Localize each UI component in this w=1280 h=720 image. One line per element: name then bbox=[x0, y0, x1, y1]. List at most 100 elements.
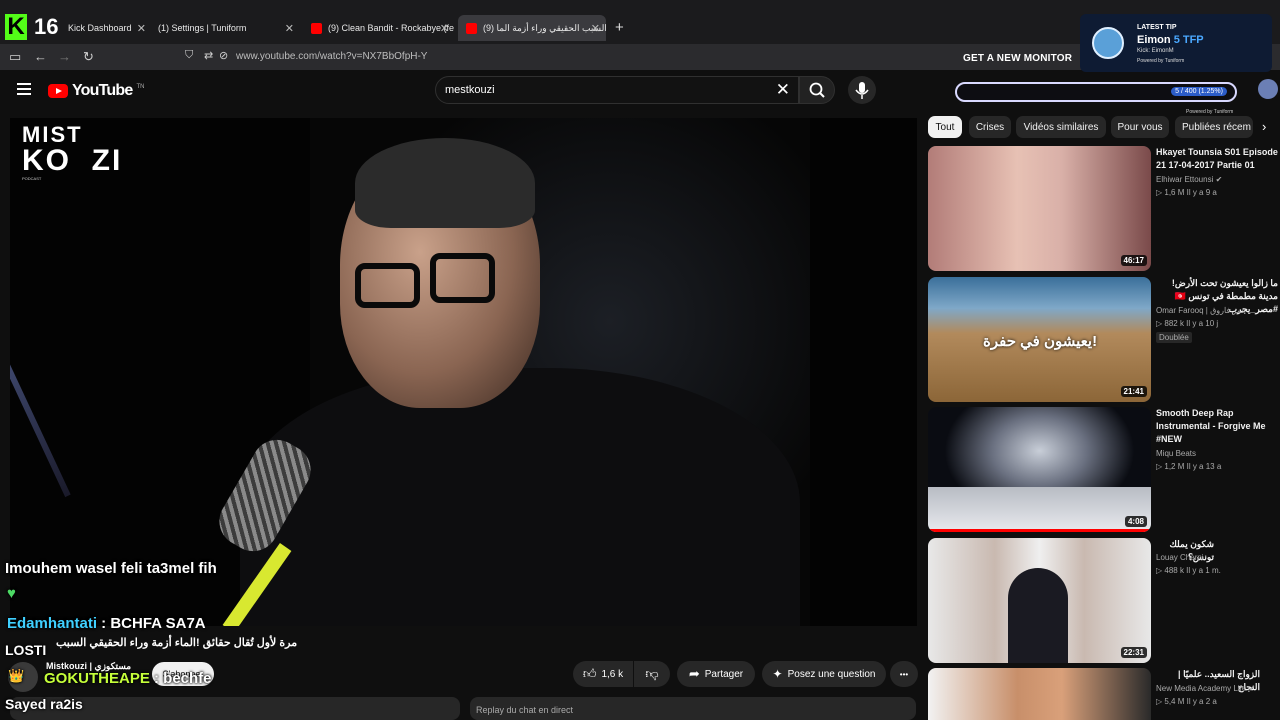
ask-label: Posez une question bbox=[787, 668, 876, 680]
related-thumbnail[interactable]: 22:31 bbox=[928, 538, 1151, 663]
search-button[interactable] bbox=[799, 76, 835, 104]
related-meta: ▷ 882 k Il y a 10 j bbox=[1156, 319, 1219, 328]
microphone-icon bbox=[855, 82, 869, 99]
tipper-avatar bbox=[1092, 27, 1124, 59]
tab-close-icon[interactable]: ✕ bbox=[591, 22, 600, 35]
chat-text: : BCHFA SA7A bbox=[97, 615, 206, 632]
account-avatar[interactable] bbox=[1258, 79, 1278, 99]
chat-message: GOKUTHEAPE : bechfe bbox=[44, 670, 212, 687]
chat-message: Edamhantati : BCHFA SA7A bbox=[7, 615, 206, 632]
video-person-body bbox=[240, 368, 800, 626]
mistkouzi-logo: MIST KO ZI PODCAST bbox=[22, 122, 122, 182]
logo-line-1: MIST bbox=[22, 122, 83, 147]
tip-amount: 5 TFP bbox=[1173, 34, 1204, 46]
search-icon bbox=[809, 82, 825, 98]
new-tab-button[interactable]: + bbox=[615, 19, 624, 36]
thumbs-down-icon: 👎︎ bbox=[645, 666, 659, 681]
kick-counter: 16 bbox=[34, 14, 59, 39]
thumbnail-caption: يعيشون في حفرة! bbox=[983, 333, 1098, 350]
video-person-hair bbox=[355, 138, 535, 228]
youtube-wordmark: YouTube bbox=[72, 82, 133, 99]
duration-badge: 22:31 bbox=[1120, 647, 1147, 658]
monitor-ad-text: GET A NEW MONITOR bbox=[963, 53, 1073, 64]
thumbs-up-icon: 👍︎ bbox=[582, 666, 597, 681]
donation-goal-bar: 5 / 400 (1.25%) bbox=[955, 82, 1237, 102]
related-meta: ▷ 488 k Il y a 1 m. bbox=[1156, 566, 1221, 575]
duration-badge: 21:41 bbox=[1120, 386, 1147, 397]
chip-all[interactable]: Tout bbox=[928, 116, 962, 138]
youtube-logo[interactable]: YouTube TN bbox=[48, 82, 144, 100]
chat-username: Edamhantati bbox=[7, 615, 98, 632]
forward-icon[interactable]: → bbox=[58, 49, 71, 64]
search-input[interactable]: mestkouzi ✕ bbox=[435, 76, 799, 104]
youtube-favicon-icon bbox=[466, 22, 477, 34]
thumbnail-clouds bbox=[928, 487, 1151, 532]
thumbnail-person bbox=[1008, 568, 1068, 663]
kick-logo: K bbox=[5, 14, 27, 40]
chevron-right-icon[interactable]: › bbox=[1262, 119, 1266, 134]
like-button[interactable]: 👍︎ 1,6 k bbox=[573, 661, 633, 687]
chip-crises[interactable]: Crises bbox=[969, 116, 1011, 138]
tab-kick-dashboard[interactable]: Kick Dashboard ✕ bbox=[60, 15, 152, 41]
shield-icon[interactable]: ⛉ bbox=[185, 49, 193, 62]
goal-progress-text: 5 / 400 (1.25%) bbox=[1171, 87, 1227, 96]
chip-for-you[interactable]: Pour vous bbox=[1111, 116, 1169, 138]
duration-badge: 4:08 bbox=[1124, 516, 1147, 527]
related-channel[interactable]: Miqu Beats bbox=[1156, 449, 1196, 458]
tab-clean-bandit[interactable]: (9) Clean Bandit - Rockabye (fe ✕ bbox=[303, 15, 455, 41]
goal-powered: Powered by Tuniform bbox=[1186, 109, 1234, 115]
related-thumbnail[interactable]: 46:17 bbox=[928, 146, 1151, 271]
video-title: مرة لأول تُقال حقائق !الماء أزمة وراء ال… bbox=[56, 637, 298, 649]
tab-active-video[interactable]: (9) السبب الحقيقي وراء أزمة الما ✕ bbox=[458, 15, 606, 41]
related-thumbnail[interactable]: 4:08 bbox=[928, 407, 1151, 532]
related-channel[interactable]: Louay Cherni bbox=[1156, 553, 1204, 562]
sidebar-toggle-icon[interactable]: ▭ bbox=[9, 49, 21, 65]
related-meta: ▷ 5,4 M Il y a 2 a bbox=[1156, 697, 1217, 706]
tab-label: (1) Settings | Tuniform bbox=[158, 23, 247, 33]
tab-close-icon[interactable]: ✕ bbox=[285, 22, 294, 35]
tab-close-icon[interactable]: ✕ bbox=[440, 22, 449, 35]
tab-label: (9) السبب الحقيقي وراء أزمة الما bbox=[483, 22, 606, 33]
duration-badge: 46:17 bbox=[1120, 255, 1147, 266]
share-icon: ➦ bbox=[688, 666, 700, 681]
more-actions-button[interactable]: ••• bbox=[890, 661, 918, 687]
clear-search-icon[interactable]: ✕ bbox=[776, 80, 790, 100]
chip-recent[interactable]: Publiées récem bbox=[1175, 116, 1253, 138]
related-meta: ▷ 1,6 M Il y a 9 a bbox=[1156, 188, 1217, 197]
latest-tip-overlay: LATEST TIP Eimon 5 TFP Kick: EimonM Powe… bbox=[1080, 14, 1272, 72]
hamburger-menu-icon[interactable] bbox=[17, 83, 31, 95]
related-thumbnail[interactable] bbox=[928, 668, 1151, 720]
tip-powered: Powered by Tuniform bbox=[1137, 58, 1185, 64]
voice-search-button[interactable] bbox=[848, 76, 876, 104]
related-channel[interactable]: Omar Farooq | عمر فاروق bbox=[1156, 306, 1246, 315]
reload-icon[interactable]: ↻ bbox=[83, 49, 94, 65]
related-channel[interactable]: Elhiwar Ettounsi ✔ bbox=[1156, 175, 1222, 184]
tab-label: (9) Clean Bandit - Rockabye (fe bbox=[328, 23, 455, 33]
site-settings-icon[interactable]: ⇄ bbox=[204, 49, 213, 62]
related-title[interactable]: Smooth Deep Rap Instrumental - Forgive M… bbox=[1156, 407, 1278, 446]
country-code: TN bbox=[136, 84, 145, 90]
chat-username: GOKUTHEAPE bbox=[44, 670, 150, 687]
video-glasses-right bbox=[430, 253, 495, 303]
back-icon[interactable]: ← bbox=[34, 49, 47, 64]
related-title[interactable]: Hkayet Tounsia S01 Episode 21 17-04-2017… bbox=[1156, 146, 1278, 172]
video-player[interactable] bbox=[10, 118, 917, 626]
heart-icon: ♥ bbox=[7, 585, 16, 602]
watched-progress bbox=[928, 529, 1151, 532]
share-label: Partager bbox=[704, 668, 744, 680]
tip-kick-user: Kick: EimonM bbox=[1137, 48, 1174, 54]
url-field[interactable]: www.youtube.com/watch?v=NX7BbOfpH-Y bbox=[236, 51, 427, 62]
dislike-button[interactable]: 👎︎ bbox=[634, 661, 670, 687]
tracking-icon[interactable]: ⊘ bbox=[219, 49, 228, 62]
chat-message: Imouhem wasel feli ta3mel fih bbox=[5, 560, 217, 577]
share-button[interactable]: ➦ Partager bbox=[677, 661, 755, 687]
tab-close-icon[interactable]: ✕ bbox=[137, 22, 146, 35]
chat-replay-box[interactable]: Replay du chat en direct bbox=[470, 697, 916, 720]
related-meta: ▷ 1,2 M Il y a 13 a bbox=[1156, 462, 1222, 471]
dubbed-badge: Doublée bbox=[1156, 332, 1192, 343]
chip-similar[interactable]: Vidéos similaires bbox=[1016, 116, 1106, 138]
tab-settings[interactable]: (1) Settings | Tuniform ✕ bbox=[150, 15, 300, 41]
ask-question-button[interactable]: ✦ Posez une question bbox=[762, 661, 886, 687]
related-channel[interactable]: New Media Academy Life ✔ bbox=[1156, 684, 1255, 693]
related-thumbnail[interactable]: يعيشون في حفرة! 21:41 bbox=[928, 277, 1151, 402]
